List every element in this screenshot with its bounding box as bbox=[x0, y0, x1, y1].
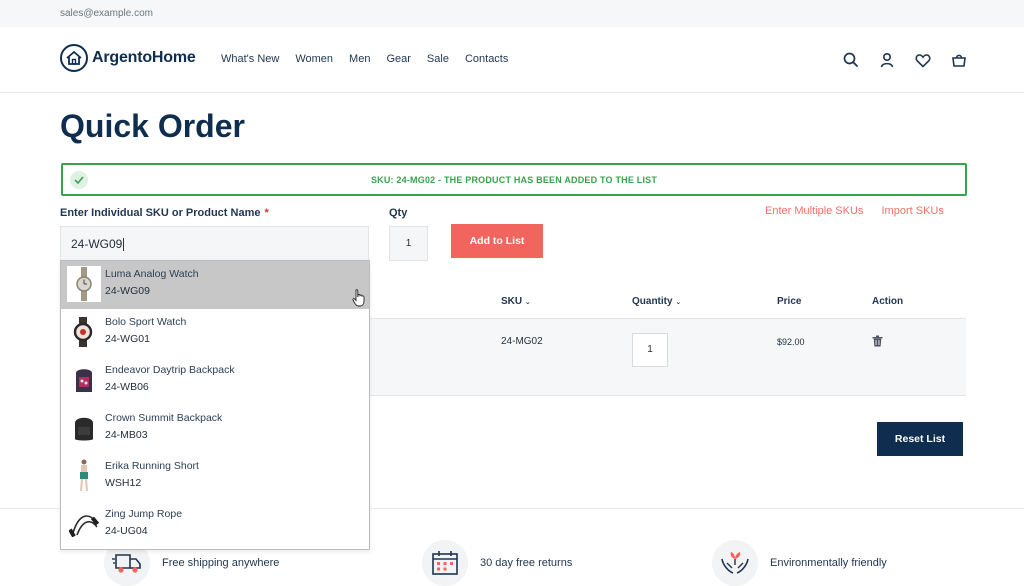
page-title: Quick Order bbox=[60, 108, 245, 144]
sku-label: Enter Individual SKU or Product Name * bbox=[60, 207, 269, 219]
success-notice: SKU: 24-MG02 - THE PRODUCT HAS BEEN ADDE… bbox=[61, 163, 967, 196]
suggestion-item[interactable]: Crown Summit Backpack 24-MB03 bbox=[61, 405, 369, 453]
nav-sale[interactable]: Sale bbox=[427, 53, 449, 65]
house-logo-icon bbox=[60, 44, 88, 72]
watch-thumbnail-icon bbox=[67, 314, 101, 350]
suggestion-name: Erika Running Short bbox=[105, 460, 199, 472]
qty-label: Qty bbox=[389, 207, 408, 219]
nav-gear[interactable]: Gear bbox=[386, 53, 410, 65]
enter-multiple-skus-link[interactable]: Enter Multiple SKUs bbox=[765, 205, 863, 217]
logo[interactable]: ArgentoHome bbox=[60, 44, 196, 72]
required-mark: * bbox=[264, 207, 269, 219]
suggestion-item[interactable]: Erika Running Short WSH12 bbox=[61, 453, 369, 501]
th-action: Action bbox=[872, 296, 904, 307]
th-quantity[interactable]: Quantity ⌄ bbox=[632, 296, 681, 307]
feature-text: 30 day free returns bbox=[480, 557, 573, 569]
sort-chevron-icon: ⌄ bbox=[524, 299, 531, 306]
suggestion-name: Bolo Sport Watch bbox=[105, 316, 187, 328]
search-icon[interactable] bbox=[842, 51, 860, 69]
suggestion-sku: 24-WG01 bbox=[105, 333, 150, 345]
success-message: SKU: 24-MG02 - THE PRODUCT HAS BEEN ADDE… bbox=[370, 175, 658, 185]
feature-text: Environmentally friendly bbox=[770, 557, 887, 569]
calendar-icon bbox=[422, 540, 468, 586]
top-bar: sales@example.com bbox=[0, 0, 1024, 27]
sku-input-value: 24-WG09 bbox=[71, 237, 123, 251]
suggestion-sku: 24-MB03 bbox=[105, 429, 148, 441]
wishlist-icon[interactable] bbox=[914, 51, 932, 69]
nav-whats-new[interactable]: What's New bbox=[221, 53, 279, 65]
reset-list-button[interactable]: Reset List bbox=[877, 422, 963, 456]
row-price: $92.00 bbox=[777, 337, 805, 347]
watch-thumbnail-icon bbox=[67, 266, 101, 302]
suggestion-sku: 24-UG04 bbox=[105, 525, 148, 537]
suggestion-item[interactable]: Bolo Sport Watch 24-WG01 bbox=[61, 309, 369, 357]
contact-email[interactable]: sales@example.com bbox=[60, 8, 153, 19]
site-header: ArgentoHome What's New Women Men Gear Sa… bbox=[0, 27, 1024, 93]
suggestion-name: Crown Summit Backpack bbox=[105, 412, 223, 424]
hand-cursor-icon bbox=[352, 289, 366, 312]
th-quantity-label: Quantity bbox=[632, 296, 673, 307]
hands-plant-icon bbox=[712, 540, 758, 586]
backpack-thumbnail-icon bbox=[67, 410, 101, 446]
row-sku: 24-MG02 bbox=[501, 336, 543, 347]
text-caret bbox=[123, 238, 125, 252]
sku-label-text: Enter Individual SKU or Product Name bbox=[60, 207, 261, 219]
runner-thumbnail-icon bbox=[67, 458, 101, 494]
suggestion-name: Endeavor Daytrip Backpack bbox=[105, 364, 235, 376]
header-icons bbox=[842, 51, 986, 69]
nav-contacts[interactable]: Contacts bbox=[465, 53, 508, 65]
suggestion-sku: 24-WG09 bbox=[105, 285, 150, 297]
row-qty-input[interactable]: 1 bbox=[632, 333, 668, 367]
suggestion-item[interactable]: Zing Jump Rope 24-UG04 bbox=[61, 501, 369, 549]
suggestion-item[interactable]: Endeavor Daytrip Backpack 24-WB06 bbox=[61, 357, 369, 405]
feature-text: Free shipping anywhere bbox=[162, 557, 280, 569]
suggestion-name: Luma Analog Watch bbox=[105, 268, 199, 280]
sku-search-input[interactable]: 24-WG09 bbox=[60, 226, 369, 261]
suggestion-sku: 24-WB06 bbox=[105, 381, 149, 393]
logo-text: ArgentoHome bbox=[92, 49, 196, 66]
sku-links: Enter Multiple SKUs Import SKUs bbox=[765, 205, 944, 217]
th-sku-label: SKU bbox=[501, 296, 523, 307]
th-sku[interactable]: SKU ⌄ bbox=[501, 296, 531, 307]
suggestion-item[interactable]: Luma Analog Watch 24-WG09 bbox=[61, 261, 369, 309]
suggestion-sku: WSH12 bbox=[105, 477, 142, 489]
feature-eco: Environmentally friendly bbox=[712, 540, 887, 586]
add-to-list-button[interactable]: Add to List bbox=[451, 224, 543, 258]
trash-icon[interactable] bbox=[872, 334, 884, 347]
th-price: Price bbox=[777, 296, 802, 307]
import-skus-link[interactable]: Import SKUs bbox=[882, 205, 944, 217]
main-nav: What's New Women Men Gear Sale Contacts bbox=[221, 53, 524, 65]
nav-men[interactable]: Men bbox=[349, 53, 370, 65]
sort-chevron-icon: ⌄ bbox=[675, 299, 682, 306]
backpack-thumbnail-icon bbox=[67, 362, 101, 398]
nav-women[interactable]: Women bbox=[295, 53, 333, 65]
feature-free-returns: 30 day free returns bbox=[422, 540, 572, 586]
sku-suggestions-dropdown: Luma Analog Watch 24-WG09 Bolo Sport Wat… bbox=[60, 260, 370, 550]
suggestion-name: Zing Jump Rope bbox=[105, 508, 183, 520]
account-icon[interactable] bbox=[878, 51, 896, 69]
qty-input[interactable]: 1 bbox=[389, 226, 428, 261]
jump-rope-thumbnail-icon bbox=[67, 506, 101, 542]
cart-icon[interactable] bbox=[950, 51, 968, 69]
